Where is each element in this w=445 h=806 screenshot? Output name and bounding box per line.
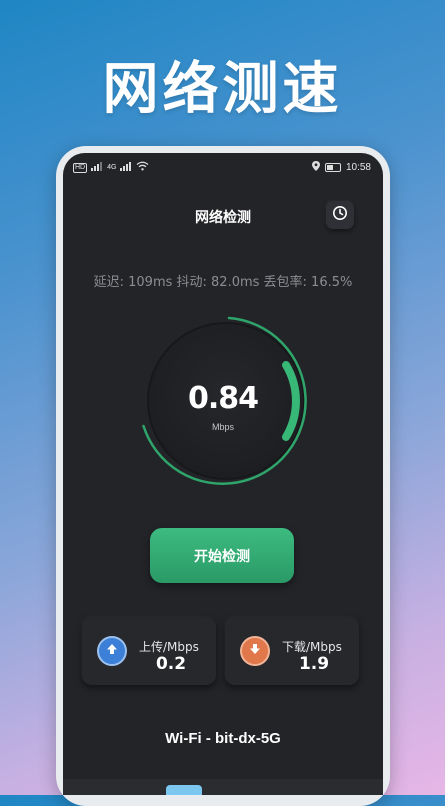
signal-icon: [90, 161, 104, 174]
location-icon: [311, 161, 320, 174]
download-icon-circle: [240, 636, 270, 666]
upload-label: 上传/Mbps: [139, 640, 199, 654]
start-test-button[interactable]: 开始检测: [150, 528, 294, 583]
download-label: 下载/Mbps: [282, 640, 342, 654]
upload-icon-circle: [97, 636, 127, 666]
bottom-navigation: [63, 779, 383, 795]
network-stats: 延迟: 109ms 抖动: 82.0ms 丢包率: 16.5%: [93, 275, 353, 290]
download-value: 1.9: [298, 654, 330, 674]
upload-card: 上传/Mbps 0.2: [82, 617, 216, 685]
network-type-label: 4G: [107, 164, 117, 171]
signal-icon-2: [119, 161, 133, 174]
history-button[interactable]: [326, 201, 354, 229]
upload-value: 0.2: [155, 654, 187, 674]
download-card: 下载/Mbps 1.9: [225, 617, 359, 685]
wifi-network-name: Wi-Fi - bit-dx-5G: [165, 730, 281, 747]
hd-badge: HD: [73, 162, 88, 173]
status-bar: HD 4G 10:58: [63, 153, 383, 181]
clock-icon: [332, 205, 348, 226]
bottom-nav-tab[interactable]: [166, 785, 202, 795]
status-bar-right: 10:58: [311, 161, 371, 174]
wifi-icon: [136, 161, 149, 174]
app-screen: HD 4G 10:58 网络检测 延迟: 109ms 抖动: 82.0ms 丢包…: [63, 153, 383, 795]
speed-value: 0.84: [187, 381, 259, 416]
upload-arrow-icon: [106, 642, 118, 660]
download-arrow-icon: [249, 642, 261, 660]
status-bar-left: HD 4G: [73, 161, 149, 174]
status-time: 10:58: [345, 162, 371, 173]
battery-icon: [324, 163, 341, 172]
speed-unit: Mbps: [211, 422, 234, 432]
banner-title: 网络测速: [102, 57, 343, 122]
